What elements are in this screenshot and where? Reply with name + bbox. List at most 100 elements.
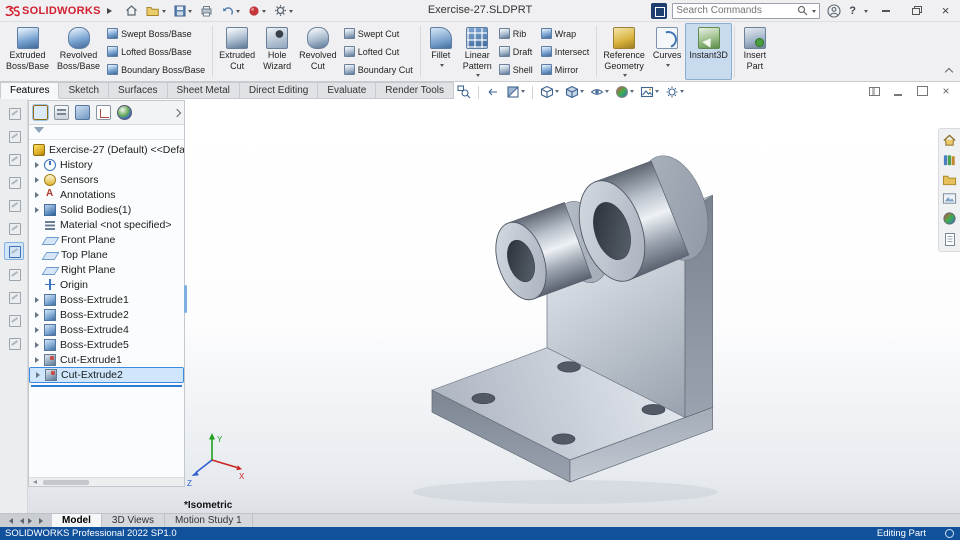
hide-show-dropdown-icon[interactable]	[605, 89, 609, 95]
pattern-dropdown-icon[interactable]	[476, 74, 481, 79]
fillet-dropdown-icon[interactable]	[439, 63, 444, 69]
expand-arrow-icon[interactable]	[36, 372, 45, 378]
revolved-boss-base-button[interactable]: Revolved Boss/Base	[53, 23, 104, 80]
zoom-area-button[interactable]	[456, 84, 472, 100]
pane-split-icon[interactable]	[869, 86, 880, 96]
tree-item-annotations[interactable]: Annotations	[29, 187, 184, 202]
instant3d-button[interactable]: Instant3D	[685, 23, 732, 80]
doc-minimize-icon[interactable]	[892, 86, 904, 96]
scroll-first-icon[interactable]	[6, 517, 13, 524]
hide-show-items-button[interactable]	[589, 84, 610, 100]
mirror-button[interactable]: Mirror	[539, 61, 594, 78]
tree-item-boss-extrude4[interactable]: Boss-Extrude4	[29, 322, 184, 337]
account-button[interactable]	[825, 2, 843, 20]
left-toolbar-icon[interactable]	[4, 196, 24, 214]
left-toolbar-icon[interactable]	[4, 150, 24, 168]
menu-flyout-icon[interactable]	[106, 7, 115, 14]
left-toolbar-icon[interactable]	[4, 219, 24, 237]
tab-direct-editing[interactable]: Direct Editing	[239, 82, 319, 99]
reference-dropdown-icon[interactable]	[623, 74, 628, 79]
design-tree-tab-icon[interactable]	[32, 104, 49, 121]
tab-features[interactable]: Features	[0, 82, 60, 99]
view-orientation-button[interactable]	[539, 84, 560, 100]
tree-item-right-plane[interactable]: Right Plane	[29, 262, 184, 277]
revolved-cut-button[interactable]: Revolved Cut	[295, 23, 341, 80]
appearance-dropdown-icon[interactable]	[630, 89, 634, 95]
task-home-button[interactable]	[942, 133, 957, 147]
expand-arrow-icon[interactable]	[35, 162, 44, 168]
tab-sketch[interactable]: Sketch	[59, 82, 110, 99]
tree-item-sensors[interactable]: Sensors	[29, 172, 184, 187]
left-toolbar-icon[interactable]	[4, 127, 24, 145]
draft-button[interactable]: Draft	[497, 43, 537, 60]
edit-appearance-button[interactable]	[614, 84, 635, 100]
boundary-boss-base-button[interactable]: Boundary Boss/Base	[105, 61, 209, 78]
expand-arrow-icon[interactable]	[35, 207, 44, 213]
help-dropdown-icon[interactable]	[864, 9, 868, 15]
restore-button[interactable]	[903, 0, 928, 21]
left-toolbar-icon[interactable]	[4, 265, 24, 283]
tab-motion-study[interactable]: Motion Study 1	[165, 514, 253, 527]
tree-item-boss-extrude1[interactable]: Boss-Extrude1	[29, 292, 184, 307]
section-dropdown-icon[interactable]	[521, 89, 525, 95]
expand-arrow-icon[interactable]	[35, 297, 44, 303]
tree-item-origin[interactable]: Origin	[29, 277, 184, 292]
orientation-dropdown-icon[interactable]	[555, 89, 559, 95]
design-library-button[interactable]	[942, 153, 957, 167]
shell-button[interactable]: Shell	[497, 61, 537, 78]
command-search[interactable]	[672, 2, 821, 19]
expand-arrow-icon[interactable]	[35, 357, 44, 363]
swept-boss-base-button[interactable]: Swept Boss/Base	[105, 25, 209, 42]
display-style-button[interactable]	[564, 84, 585, 100]
tab-surfaces[interactable]: Surfaces	[109, 82, 168, 99]
save-dropdown-icon[interactable]	[187, 9, 192, 15]
tree-item-cut-extrude1[interactable]: Cut-Extrude1	[29, 352, 184, 367]
search-input[interactable]	[676, 5, 796, 16]
insert-part-button[interactable]: Insert Part	[737, 23, 773, 80]
lofted-cut-button[interactable]: Lofted Cut	[342, 43, 417, 60]
panel-splitter-handle[interactable]	[184, 285, 187, 313]
tree-horizontal-scrollbar[interactable]	[29, 477, 184, 486]
tab-evaluate[interactable]: Evaluate	[318, 82, 377, 99]
configuration-manager-tab-icon[interactable]	[75, 105, 90, 120]
doc-close-icon[interactable]: ×	[940, 85, 952, 97]
search-scope-icon[interactable]	[651, 2, 668, 19]
tree-item-history[interactable]: History	[29, 157, 184, 172]
boundary-cut-button[interactable]: Boundary Cut	[342, 61, 417, 78]
left-toolbar-icon-active[interactable]	[3, 242, 24, 260]
lofted-boss-base-button[interactable]: Lofted Boss/Base	[105, 43, 209, 60]
left-toolbar-icon[interactable]	[4, 104, 24, 122]
dimxpert-manager-tab-icon[interactable]	[96, 105, 111, 120]
view-settings-dropdown-icon[interactable]	[680, 89, 684, 95]
tree-item-solid-bodies[interactable]: Solid Bodies(1)	[29, 202, 184, 217]
scroll-last-icon[interactable]	[39, 517, 46, 524]
pane-expand-icon[interactable]	[172, 108, 182, 117]
previous-view-button[interactable]	[485, 84, 501, 100]
tree-item-cut-extrude2-selected[interactable]: Cut-Extrude2	[29, 367, 184, 383]
home-button[interactable]	[123, 2, 140, 20]
apply-scene-button[interactable]	[639, 84, 660, 100]
reference-geometry-button[interactable]: Reference Geometry	[599, 23, 649, 80]
swept-cut-button[interactable]: Swept Cut	[342, 25, 417, 42]
expand-arrow-icon[interactable]	[35, 342, 44, 348]
tab-render-tools[interactable]: Render Tools	[376, 82, 455, 99]
expand-arrow-icon[interactable]	[35, 192, 44, 198]
file-explorer-button[interactable]	[942, 173, 957, 186]
marketplace-button[interactable]	[246, 2, 268, 20]
left-toolbar-icon[interactable]	[4, 311, 24, 329]
save-button[interactable]	[172, 2, 194, 20]
extruded-cut-button[interactable]: Extruded Cut	[215, 23, 259, 80]
tree-item-boss-extrude5[interactable]: Boss-Extrude5	[29, 337, 184, 352]
solidworks-logo[interactable]: SOLIDWORKS	[5, 5, 101, 17]
open-button[interactable]	[144, 2, 168, 20]
property-manager-tab-icon[interactable]	[54, 105, 69, 120]
wrap-button[interactable]: Wrap	[539, 25, 594, 42]
print-button[interactable]	[198, 2, 215, 20]
expand-arrow-icon[interactable]	[35, 327, 44, 333]
left-toolbar-icon[interactable]	[4, 173, 24, 191]
view-settings-button[interactable]	[664, 84, 685, 100]
tree-item-boss-extrude2[interactable]: Boss-Extrude2	[29, 307, 184, 322]
curves-button[interactable]: Curves	[649, 23, 686, 80]
tree-filter[interactable]	[29, 125, 184, 140]
doc-restore-icon[interactable]	[916, 86, 928, 96]
